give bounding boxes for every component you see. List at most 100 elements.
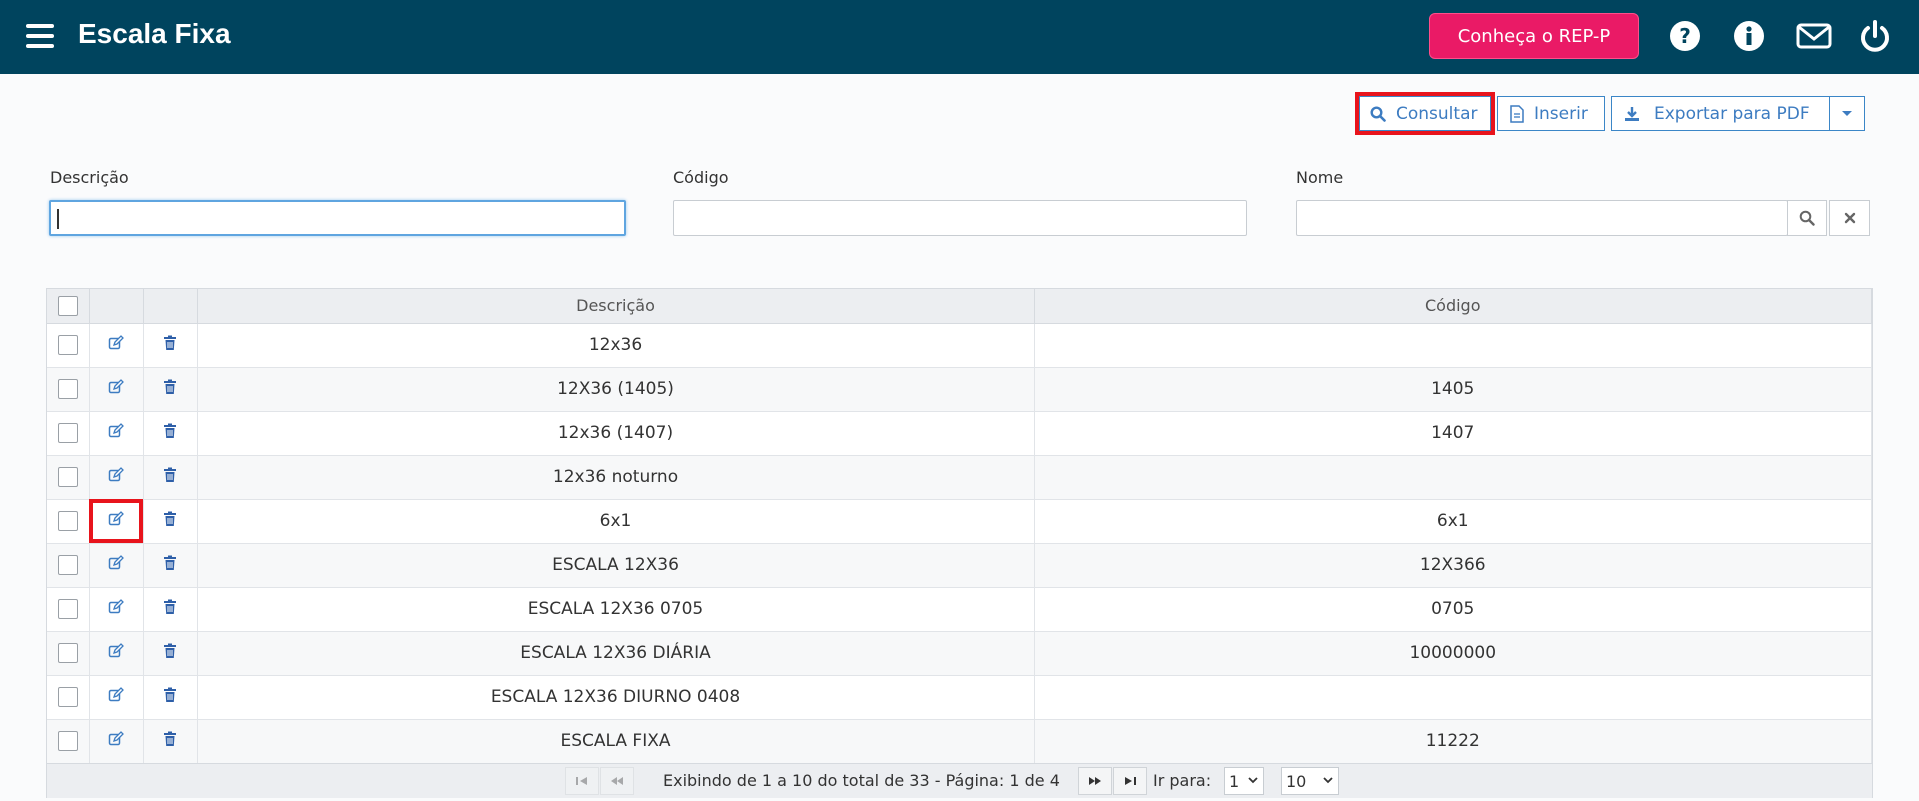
row-select-cell bbox=[47, 543, 90, 588]
cell-codigo: 11222 bbox=[1034, 719, 1872, 764]
table-row[interactable]: 12x36 bbox=[47, 323, 1872, 368]
row-checkbox[interactable] bbox=[57, 511, 78, 531]
column-header-descricao[interactable]: Descrição bbox=[197, 289, 1035, 324]
cell-descricao: 12x36 noturno bbox=[197, 455, 1035, 500]
next-page-icon bbox=[1089, 777, 1101, 785]
table-row[interactable]: ESCALA FIXA 11222 bbox=[47, 719, 1872, 764]
table-row[interactable]: 12x36 noturno bbox=[47, 455, 1872, 500]
edit-button[interactable] bbox=[108, 378, 124, 400]
page-select-value: 1 bbox=[1229, 771, 1240, 791]
edit-button[interactable] bbox=[108, 642, 124, 664]
table-row[interactable]: 6x1 6x1 bbox=[47, 499, 1872, 544]
edit-button[interactable] bbox=[108, 686, 124, 708]
delete-button[interactable] bbox=[163, 423, 177, 444]
page-size-select[interactable]: 10 bbox=[1281, 767, 1339, 795]
table-row[interactable]: 12x36 (1407) 1407 bbox=[47, 411, 1872, 456]
edit-button[interactable] bbox=[108, 598, 124, 620]
edit-button[interactable] bbox=[108, 334, 124, 356]
first-page-icon bbox=[576, 777, 587, 785]
edit-icon bbox=[108, 334, 124, 349]
edit-button[interactable] bbox=[108, 554, 124, 576]
table-row[interactable]: ESCALA 12X36 12X366 bbox=[47, 543, 1872, 588]
export-dropdown-button[interactable] bbox=[1829, 96, 1865, 131]
delete-button[interactable] bbox=[163, 731, 177, 752]
delete-button[interactable] bbox=[163, 555, 177, 576]
edit-button[interactable] bbox=[108, 510, 124, 532]
page-size-value: 10 bbox=[1286, 771, 1307, 791]
row-checkbox[interactable] bbox=[57, 687, 78, 707]
exportar-pdf-button[interactable]: Exportar para PDF bbox=[1611, 96, 1830, 131]
caret-down-icon bbox=[1842, 110, 1852, 116]
table-row[interactable]: ESCALA 12X36 DIURNO 0408 bbox=[47, 675, 1872, 720]
document-icon bbox=[1510, 104, 1524, 123]
edit-icon bbox=[108, 378, 124, 393]
info-icon[interactable] bbox=[1732, 19, 1766, 53]
search-icon bbox=[1370, 105, 1386, 122]
delete-button[interactable] bbox=[163, 643, 177, 664]
inserir-button[interactable]: Inserir bbox=[1497, 96, 1605, 131]
nome-input[interactable] bbox=[1296, 200, 1788, 236]
row-select-cell bbox=[47, 499, 90, 544]
row-delete-cell bbox=[143, 631, 198, 676]
mail-icon[interactable] bbox=[1796, 19, 1832, 53]
nome-search-button[interactable] bbox=[1787, 200, 1827, 236]
codigo-label: Código bbox=[673, 168, 729, 187]
row-select-cell bbox=[47, 411, 90, 456]
edit-icon bbox=[108, 642, 124, 657]
row-delete-cell bbox=[143, 455, 198, 500]
edit-button[interactable] bbox=[108, 466, 124, 488]
row-checkbox[interactable] bbox=[57, 731, 78, 751]
column-header-codigo[interactable]: Código bbox=[1034, 289, 1872, 324]
page-select[interactable]: 1 bbox=[1224, 767, 1264, 795]
select-all-cell bbox=[47, 289, 90, 324]
delete-button[interactable] bbox=[163, 511, 177, 532]
delete-button[interactable] bbox=[163, 599, 177, 620]
promo-button[interactable]: Conheça o REP-P bbox=[1429, 13, 1639, 59]
row-checkbox[interactable] bbox=[57, 467, 78, 487]
consultar-button[interactable]: Consultar bbox=[1355, 92, 1495, 135]
row-edit-cell bbox=[89, 323, 144, 368]
select-all-checkbox[interactable] bbox=[57, 296, 78, 316]
cell-descricao: 6x1 bbox=[197, 499, 1035, 544]
row-delete-cell bbox=[143, 543, 198, 588]
row-checkbox[interactable] bbox=[57, 599, 78, 619]
trash-icon bbox=[164, 423, 176, 438]
table-row[interactable]: ESCALA 12X36 0705 0705 bbox=[47, 587, 1872, 632]
edit-button[interactable] bbox=[108, 730, 124, 752]
power-icon[interactable] bbox=[1858, 19, 1892, 53]
row-checkbox[interactable] bbox=[57, 643, 78, 663]
trash-icon bbox=[164, 643, 176, 658]
consultar-label: Consultar bbox=[1396, 103, 1478, 124]
row-select-cell bbox=[47, 675, 90, 720]
last-page-icon bbox=[1125, 777, 1136, 785]
descricao-input[interactable] bbox=[49, 200, 626, 236]
next-page-button[interactable] bbox=[1078, 767, 1112, 795]
close-icon bbox=[1844, 212, 1855, 224]
help-icon[interactable]: ? bbox=[1668, 19, 1702, 53]
codigo-input[interactable] bbox=[673, 200, 1247, 236]
row-checkbox[interactable] bbox=[57, 423, 78, 443]
row-checkbox[interactable] bbox=[57, 335, 78, 355]
table-row[interactable]: ESCALA 12X36 DIÁRIA 10000000 bbox=[47, 631, 1872, 676]
delete-button[interactable] bbox=[163, 335, 177, 356]
cell-codigo: 6x1 bbox=[1034, 499, 1872, 544]
prev-page-button[interactable] bbox=[600, 767, 634, 795]
row-delete-cell bbox=[143, 719, 198, 764]
cell-codigo: 1405 bbox=[1034, 367, 1872, 412]
cell-codigo bbox=[1034, 323, 1872, 368]
edit-icon bbox=[108, 686, 124, 701]
nome-clear-button[interactable] bbox=[1829, 200, 1870, 236]
row-checkbox[interactable] bbox=[57, 379, 78, 399]
edit-button[interactable] bbox=[108, 422, 124, 444]
menu-icon[interactable] bbox=[26, 24, 54, 48]
cell-codigo: 0705 bbox=[1034, 587, 1872, 632]
delete-button[interactable] bbox=[163, 379, 177, 400]
last-page-button[interactable] bbox=[1113, 767, 1147, 795]
delete-button[interactable] bbox=[163, 467, 177, 488]
row-checkbox[interactable] bbox=[57, 555, 78, 575]
first-page-button[interactable] bbox=[565, 767, 599, 795]
trash-icon bbox=[164, 379, 176, 394]
row-delete-cell bbox=[143, 323, 198, 368]
delete-button[interactable] bbox=[163, 687, 177, 708]
table-row[interactable]: 12X36 (1405) 1405 bbox=[47, 367, 1872, 412]
